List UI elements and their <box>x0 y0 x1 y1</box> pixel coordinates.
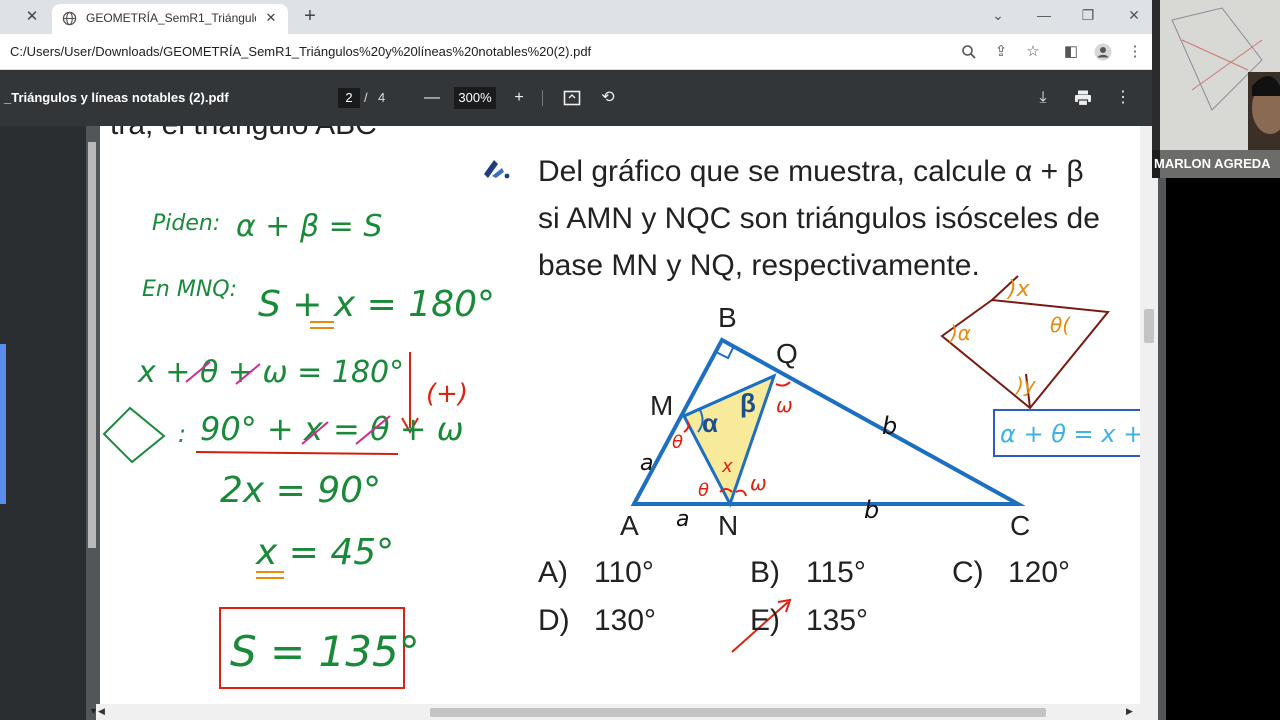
svg-text::: : <box>178 420 186 448</box>
horizontal-scrollbar[interactable]: ◀ ▶ <box>96 704 1140 720</box>
sidebar-scrollbar[interactable] <box>88 142 96 548</box>
share-icon[interactable]: ⇪ <box>990 41 1012 63</box>
vertex-label-a: A <box>620 510 639 541</box>
vertex-label-c: C <box>1010 510 1031 541</box>
fit-page-icon[interactable] <box>561 87 583 109</box>
scroll-left-arrow-icon[interactable]: ◀ <box>98 706 105 717</box>
close-tab-icon[interactable]: ✕ <box>262 9 280 27</box>
option-d-value: 130° <box>594 604 657 637</box>
restore-button[interactable]: ❐ <box>1074 4 1102 26</box>
zoom-in-button[interactable]: + <box>508 87 530 109</box>
svg-text:)α: )α <box>948 321 971 345</box>
x-value: x = 45° <box>255 532 394 573</box>
omega-arc-q <box>775 381 791 387</box>
new-tab-button[interactable]: + <box>298 5 322 29</box>
zoom-icon[interactable] <box>958 41 980 63</box>
minimize-button[interactable]: — <box>1030 4 1058 26</box>
vertical-scrollbar[interactable] <box>1140 126 1158 720</box>
close-window-button[interactable]: ✕ <box>1120 4 1148 26</box>
vertex-label-q: Q <box>776 338 798 369</box>
two-x-expression: 2x = 90° <box>220 470 381 511</box>
side-formula: α + θ = x + y <box>1000 420 1140 448</box>
svg-text:)y: )y <box>1014 373 1037 397</box>
url-field[interactable]: C:/Users/User/Downloads/GEOMETRÍA_SemR1_… <box>10 44 591 59</box>
vertex-label-m: M <box>650 390 674 421</box>
piden-label: Piden: <box>152 211 220 236</box>
more-actions-icon[interactable]: ⋮ <box>1112 87 1134 109</box>
svg-text:a: a <box>640 451 653 476</box>
vertex-label-n: N <box>718 510 739 541</box>
zoom-out-button[interactable]: — <box>421 87 443 109</box>
page-separator: / <box>364 90 368 105</box>
vertical-scroll-thumb[interactable] <box>1144 309 1154 343</box>
angle-sum-expression: x + θ + ω = 180° <box>137 355 404 390</box>
option-e-value: 135° <box>806 604 869 637</box>
browser-tab-bar: ✕ GEOMETRÍA_SemR1_Triángulos y ✕ + ⌄ — ❐… <box>0 0 1152 34</box>
print-icon[interactable] <box>1072 87 1094 109</box>
omega-arc-n <box>735 489 747 497</box>
side-background <box>1166 178 1280 720</box>
piden-expression: α + β = S <box>236 209 382 244</box>
pdf-toolbar: _Triángulos y líneas notables (2).pdf 2 … <box>0 70 1152 126</box>
webcam-feed: MARLON AGREDA <box>1152 0 1280 178</box>
mnq-expression: S + x = 180° <box>258 284 495 325</box>
address-bar: C:/Users/User/Downloads/GEOMETRÍA_SemR1_… <box>0 34 1152 70</box>
option-a-letter[interactable]: A) <box>538 556 568 590</box>
thumbnail-selection <box>0 344 6 504</box>
quadrilateral-expression: 90° + x = θ + ω <box>200 410 464 448</box>
angle-beta-label: β <box>740 388 756 418</box>
toolbar-divider <box>542 90 543 106</box>
menu-kebab-icon[interactable]: ⋮ <box>1124 41 1146 63</box>
option-c-letter[interactable]: C) <box>952 556 984 590</box>
svg-text:a: a <box>676 507 689 532</box>
option-b-value: 115° <box>806 556 866 589</box>
bookmark-star-icon[interactable]: ☆ <box>1022 41 1044 63</box>
result-expression: S = 135° <box>230 627 420 676</box>
option-b-letter[interactable]: B) <box>750 556 780 590</box>
svg-text:θ: θ <box>698 480 709 501</box>
svg-text:b: b <box>882 412 897 440</box>
page-total: 4 <box>378 90 386 105</box>
svg-text:)x: )x <box>1006 277 1031 302</box>
svg-text:θ: θ <box>672 432 683 453</box>
scroll-right-arrow-icon[interactable]: ▶ <box>1126 706 1133 717</box>
sum-note: (+) <box>426 379 468 409</box>
active-tab[interactable]: GEOMETRÍA_SemR1_Triángulos y ✕ <box>52 4 288 34</box>
globe-icon <box>62 11 77 26</box>
svg-text:x: x <box>721 456 733 477</box>
option-c-value: 120° <box>1008 556 1071 589</box>
tab-search-icon[interactable]: ⌄ <box>984 4 1012 26</box>
svg-text:ω: ω <box>750 471 767 495</box>
close-tab-icon[interactable]: ✕ <box>22 7 42 27</box>
svg-text:θ(: θ( <box>1050 313 1071 337</box>
rotate-icon[interactable]: ⟲ <box>597 87 619 109</box>
pdf-page: tra, el triángulo ABC Del gráfico que se… <box>100 126 1140 720</box>
vertex-label-b: B <box>718 302 737 333</box>
screen: ✕ GEOMETRÍA_SemR1_Triángulos y ✕ + ⌄ — ❐… <box>0 0 1280 720</box>
option-d-letter[interactable]: D) <box>538 604 570 638</box>
page-number-input[interactable]: 2 <box>338 88 360 108</box>
profile-avatar-icon[interactable] <box>1092 41 1114 63</box>
option-a-value: 110° <box>594 556 654 589</box>
mnq-label: En MNQ: <box>142 277 237 302</box>
side-panel-icon[interactable]: ◧ <box>1060 41 1082 63</box>
angle-alpha-label: α <box>702 408 718 438</box>
zoom-level-input[interactable]: 300% <box>454 87 496 109</box>
participant-name: MARLON AGREDA <box>1152 150 1280 178</box>
download-icon[interactable]: ⤓ <box>1032 87 1054 109</box>
option-e-letter[interactable]: E) <box>750 604 780 638</box>
document-title: _Triángulos y líneas notables (2).pdf <box>4 90 229 105</box>
thumbnail-sidebar[interactable] <box>0 126 86 720</box>
svg-text:ω: ω <box>776 393 793 417</box>
svg-text:b: b <box>864 496 879 524</box>
horizontal-scroll-thumb[interactable] <box>430 708 1046 717</box>
tab-title: GEOMETRÍA_SemR1_Triángulos y <box>86 11 256 25</box>
quadrilateral-sketch <box>102 406 166 464</box>
pdf-viewer: ▼ tra, el triángulo ABC Del gráfico que … <box>0 126 1166 720</box>
